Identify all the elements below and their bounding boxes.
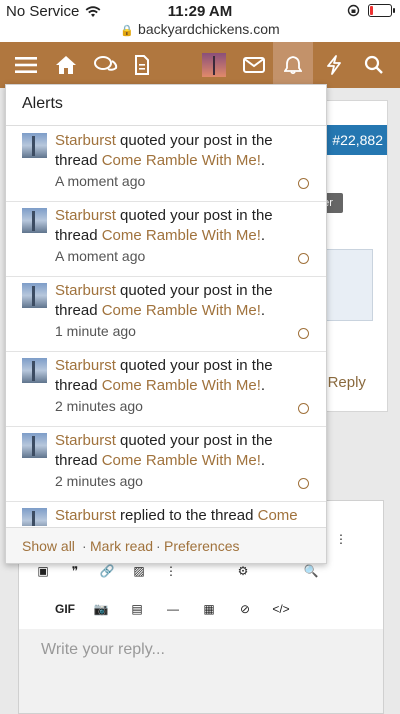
alert-avatar[interactable] — [22, 133, 47, 158]
search-icon[interactable] — [354, 42, 394, 88]
orientation-lock-icon — [347, 4, 360, 17]
alert-avatar[interactable] — [22, 508, 47, 526]
alert-time: A moment ago — [55, 248, 146, 264]
alert-item[interactable]: Starburst quoted your post in the thread… — [6, 426, 326, 502]
alert-action: replied to the thread — [115, 507, 258, 524]
alert-end: . — [260, 377, 266, 394]
table-icon[interactable]: ▦ — [193, 595, 225, 623]
more-vertical-icon[interactable]: ⋮ — [325, 525, 357, 553]
alert-thread-link[interactable]: Come Ramble With Me! — [102, 227, 261, 244]
alert-text: Starburst quoted your post in the thread… — [55, 281, 315, 321]
alerts-header: Alerts — [6, 85, 326, 126]
alert-item[interactable]: Starburst quoted your post in the thread… — [6, 201, 326, 277]
alert-thread-link[interactable]: Come Ramble With Me! — [102, 302, 261, 319]
mark-read-toggle[interactable] — [298, 328, 309, 339]
url-text: backyardchickens.com — [138, 21, 280, 37]
alert-user-link[interactable]: Starburst — [55, 507, 116, 524]
chat-icon[interactable] — [86, 42, 126, 88]
mark-read-toggle[interactable] — [298, 253, 309, 264]
status-right — [347, 4, 395, 17]
alert-user-link[interactable]: Starburst — [55, 357, 116, 374]
alert-time: A moment ago — [55, 173, 146, 189]
reply-label: Reply — [327, 374, 366, 391]
alert-thread-link[interactable]: Come Ramble With Me! — [102, 152, 261, 169]
editor-toolbar-row-2: GIF 📷 ▤ — ▦ ⊘ </> — [19, 595, 383, 623]
alert-end: . — [260, 152, 266, 169]
footer-separator: · — [156, 538, 161, 554]
alert-item[interactable]: Starburst quoted your post in the thread… — [6, 276, 326, 352]
site-navbar — [0, 42, 400, 88]
user-avatar[interactable] — [194, 42, 234, 88]
alert-item[interactable]: Starburst quoted your post in the thread… — [6, 126, 326, 202]
alert-avatar[interactable] — [22, 283, 47, 308]
reply-placeholder: Write your reply... — [41, 641, 165, 658]
bell-icon[interactable] — [273, 42, 313, 88]
bolt-icon[interactable] — [314, 42, 354, 88]
alert-time: 1 minute ago — [55, 323, 136, 339]
hide-icon[interactable]: ⊘ — [229, 595, 261, 623]
alert-avatar[interactable] — [22, 433, 47, 458]
alert-text: Starburst quoted your post in the thread… — [55, 131, 315, 171]
alert-text: Starburst quoted your post in the thread… — [55, 206, 315, 246]
footer-separator: · — [82, 538, 87, 554]
alerts-dropdown: Alerts Starburst quoted your post in the… — [5, 84, 327, 564]
battery-icon — [368, 4, 395, 17]
status-bar: No Service 11:29 AM 🔒 backyardchickens.co… — [0, 0, 400, 42]
alert-item[interactable]: Starburst replied to the thread Come — [6, 501, 326, 526]
menu-icon[interactable] — [6, 42, 46, 88]
alert-text: Starburst replied to the thread Come — [55, 506, 315, 526]
alert-end: . — [260, 452, 266, 469]
mail-icon[interactable] — [234, 42, 274, 88]
alert-user-link[interactable]: Starburst — [55, 432, 116, 449]
code-icon[interactable]: </> — [265, 595, 297, 623]
alert-item[interactable]: Starburst quoted your post in the thread… — [6, 351, 326, 427]
mark-read-toggle[interactable] — [298, 178, 309, 189]
alert-text: Starburst quoted your post in the thread… — [55, 356, 315, 396]
alert-thread-link[interactable]: Come Ramble With Me! — [102, 452, 261, 469]
preferences-link[interactable]: Preferences — [164, 538, 239, 554]
alerts-list: Starburst quoted your post in the thread… — [6, 126, 326, 526]
horizontal-rule-icon[interactable]: — — [157, 595, 189, 623]
alert-avatar[interactable] — [22, 208, 47, 233]
gif-button[interactable]: GIF — [49, 595, 81, 623]
show-all-link[interactable]: Show all — [22, 538, 75, 554]
alerts-footer: Show all · Mark read · Preferences — [6, 527, 326, 563]
alert-end: . — [260, 227, 266, 244]
alert-avatar[interactable] — [22, 358, 47, 383]
alert-text: Starburst quoted your post in the thread… — [55, 431, 315, 471]
code-block-icon[interactable]: ▤ — [121, 595, 153, 623]
clock: 11:29 AM — [167, 3, 233, 20]
document-icon[interactable] — [122, 42, 162, 88]
alert-time: 2 minutes ago — [55, 473, 143, 489]
alert-time: 2 minutes ago — [55, 398, 143, 414]
mark-read-link[interactable]: Mark read — [90, 538, 153, 554]
alerts-title: Alerts — [22, 95, 63, 112]
alert-thread-link[interactable]: Come Ramble With Me! — [102, 377, 261, 394]
alert-user-link[interactable]: Starburst — [55, 282, 116, 299]
mark-read-toggle[interactable] — [298, 478, 309, 489]
alert-user-link[interactable]: Starburst — [55, 132, 116, 149]
lock-icon: 🔒 — [120, 25, 135, 37]
editor-toolbar-top: ⋮ — [325, 525, 365, 553]
alert-thread-link[interactable]: Come — [258, 507, 298, 524]
mark-read-toggle[interactable] — [298, 403, 309, 414]
home-icon[interactable] — [46, 42, 86, 88]
camera-icon[interactable]: 📷 — [85, 595, 117, 623]
alert-user-link[interactable]: Starburst — [55, 207, 116, 224]
alert-end: . — [260, 302, 266, 319]
url-bar[interactable]: 🔒 backyardchickens.com — [0, 21, 400, 37]
